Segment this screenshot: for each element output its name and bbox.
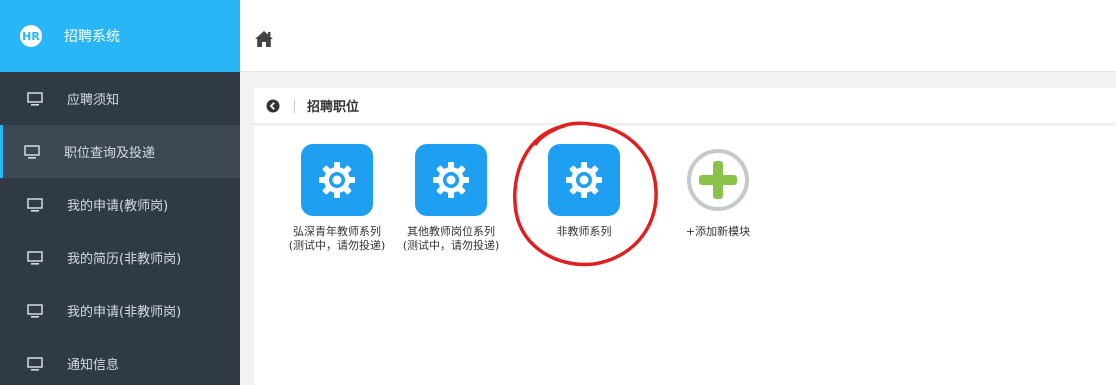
add-module-button[interactable]: +添加新模块 <box>658 144 778 239</box>
sidebar-item-label: 应聘须知 <box>67 93 120 108</box>
monitor-icon <box>27 197 43 212</box>
monitor-icon <box>27 356 43 371</box>
sidebar-item-label: 我的申请(教师岗) <box>67 199 169 214</box>
sidebar-item-position-search[interactable]: 职位查询及投递 <box>0 125 240 178</box>
module-label: 其他教师岗位系列 (测试中，请勿投递) <box>391 225 511 253</box>
module-panel: 弘深青年教师系列 (测试中，请勿投递) 其他教师岗位系列 (测试中，请勿投递) … <box>254 126 1116 385</box>
monitor-icon <box>27 303 43 318</box>
sidebar-item-my-application-nonteacher[interactable]: 我的申请(非教师岗) <box>0 284 240 337</box>
module-label-line2: (测试中，请勿投递) <box>288 239 386 252</box>
module-icon-tile <box>548 144 620 216</box>
gear-icon <box>566 162 602 198</box>
brand-header: HR 招聘系统 <box>0 0 240 72</box>
sidebar-item-label: 我的申请(非教师岗) <box>67 305 182 320</box>
sidebar-item-application-notice[interactable]: 应聘须知 <box>0 72 240 125</box>
module-label-line1: 非教师系列 <box>556 225 612 238</box>
breadcrumb-divider <box>294 98 295 113</box>
sidebar-item-my-resume-nonteacher[interactable]: 我的简历(非教师岗) <box>0 231 240 284</box>
module-label-line1: 其他教师岗位系列 <box>407 225 495 238</box>
module-young-teacher-series[interactable]: 弘深青年教师系列 (测试中，请勿投递) <box>277 144 397 253</box>
app-title: 招聘系统 <box>64 29 120 45</box>
page-title: 招聘职位 <box>307 100 360 115</box>
module-label-line2: (测试中，请勿投递) <box>402 239 500 252</box>
sidebar: HR 招聘系统 应聘须知 职位查询及投递 我的申请(教师岗) 我的简历(非教师岗… <box>0 0 240 385</box>
sidebar-item-notifications[interactable]: 通知信息 <box>0 337 240 385</box>
monitor-icon <box>24 144 40 159</box>
gear-icon <box>433 162 469 198</box>
module-other-teacher-series[interactable]: 其他教师岗位系列 (测试中，请勿投递) <box>391 144 511 253</box>
module-label: 弘深青年教师系列 (测试中，请勿投递) <box>277 225 397 253</box>
module-icon-tile <box>415 144 487 216</box>
sidebar-item-my-application-teacher[interactable]: 我的申请(教师岗) <box>0 178 240 231</box>
plus-circle-icon <box>687 149 749 211</box>
sidebar-item-label: 我的简历(非教师岗) <box>67 252 182 267</box>
top-header <box>240 0 1116 72</box>
module-label-line1: 弘深青年教师系列 <box>293 225 381 238</box>
add-module-label: +添加新模块 <box>685 225 751 238</box>
hr-logo: HR <box>20 25 42 47</box>
home-icon[interactable] <box>254 30 274 48</box>
module-non-teacher-series[interactable]: 非教师系列 <box>524 144 644 239</box>
monitor-icon <box>27 250 43 265</box>
breadcrumb: 招聘职位 <box>254 88 1116 124</box>
back-circle-icon[interactable] <box>266 99 280 113</box>
add-module-icon-wrap <box>682 144 754 216</box>
monitor-icon <box>27 91 43 106</box>
gear-icon <box>319 162 355 198</box>
module-icon-tile <box>301 144 373 216</box>
module-label: 非教师系列 <box>524 225 644 239</box>
sidebar-item-label: 通知信息 <box>67 358 120 373</box>
sidebar-item-label: 职位查询及投递 <box>64 146 156 161</box>
